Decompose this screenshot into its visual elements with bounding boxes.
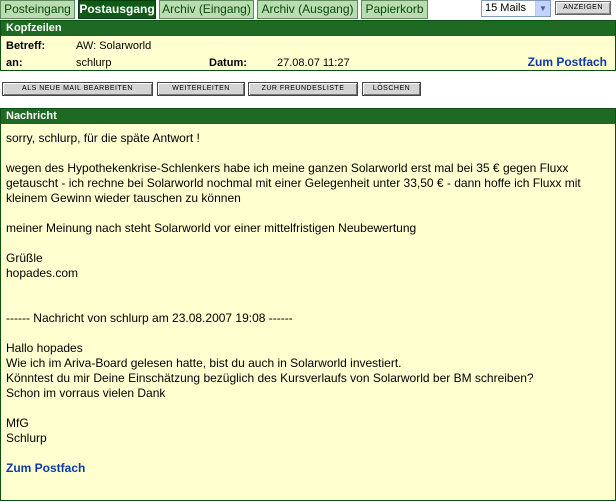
tab-posteingang[interactable]: Posteingang [0,0,75,19]
forward-button[interactable]: WEITERLEITEN [157,82,245,96]
message-line: getauscht - ich rechne bei Solarworld no… [6,176,581,190]
message-line: Schon im vorraus vielen Dank [6,386,166,400]
message-line: Wie ich im Ariva-Board gelesen hatte, bi… [6,356,402,370]
message-line: Hallo hopades [6,341,83,355]
mail-tabbar: Posteingang Postausgang Archiv (Eingang)… [0,0,616,20]
subject-row: Betreff: AW: Solarworld [6,40,151,52]
recipient-row: an: schlurp [6,57,111,69]
message-line [6,281,610,296]
subject-label: Betreff: [6,40,46,52]
message-line: Schlurp [6,431,47,445]
tab-archiv-ausgang[interactable]: Archiv (Ausgang) [257,0,358,19]
edit-as-new-mail-button[interactable]: ALS NEUE MAIL BEARBEITEN [2,82,153,96]
subject-value: AW: Solarworld [76,40,152,52]
message-line [6,326,610,341]
message-line [6,401,610,416]
to-mailbox-link[interactable]: Zum Postfach [528,55,607,69]
mails-per-page-select[interactable]: 15 Mails ▼ [481,0,551,17]
message-line [6,296,610,311]
recipient-label: an: [6,57,23,69]
to-mailbox-bottom-link[interactable]: Zum Postfach [6,461,610,476]
tab-postausgang[interactable]: Postausgang [78,0,156,19]
date-value: 27.08.07 11:27 [277,57,350,69]
message-line: MfG [6,416,29,430]
show-button[interactable]: ANZEIGEN [555,1,611,15]
message-line: meiner Meinung nach steht Solarworld vor… [6,221,417,235]
message-line [6,206,610,221]
header-panel-title: Kopfzeilen [1,21,615,36]
message-line: Könntest du mir Deine Einschätzung bezüg… [6,371,534,385]
message-panel: Nachricht sorry, schlurp, für die späte … [0,108,616,501]
recipient-value: schlurp [76,57,112,69]
message-panel-title: Nachricht [1,109,615,124]
header-panel: Kopfzeilen Betreff: AW: Solarworld an: s… [0,20,616,71]
date-label: Datum: [209,57,247,69]
delete-button[interactable]: LÖSCHEN [362,82,421,96]
message-line: sorry, schlurp, für die späte Antwort ! [6,131,200,145]
message-line [6,146,610,161]
message-line: Grüßle [6,251,43,265]
chevron-down-icon[interactable]: ▼ [535,1,550,16]
message-line: hopades.com [6,266,79,280]
message-line [6,236,610,251]
message-body: sorry, schlurp, für die späte Antwort ! … [1,124,615,483]
message-line: kleinem Gewinn wieder tauschen zu können [6,191,241,205]
message-line: ------ Nachricht von schlurp am 23.08.20… [6,311,293,325]
message-line: wegen des Hypothekenkrise-Schlenkers hab… [6,161,569,175]
mails-per-page-value: 15 Mails [485,2,526,14]
tab-archiv-eingang[interactable]: Archiv (Eingang) [159,0,254,19]
tab-papierkorb[interactable]: Papierkorb [361,0,428,19]
add-to-friends-button[interactable]: ZUR FREUNDESLISTE [248,82,358,96]
